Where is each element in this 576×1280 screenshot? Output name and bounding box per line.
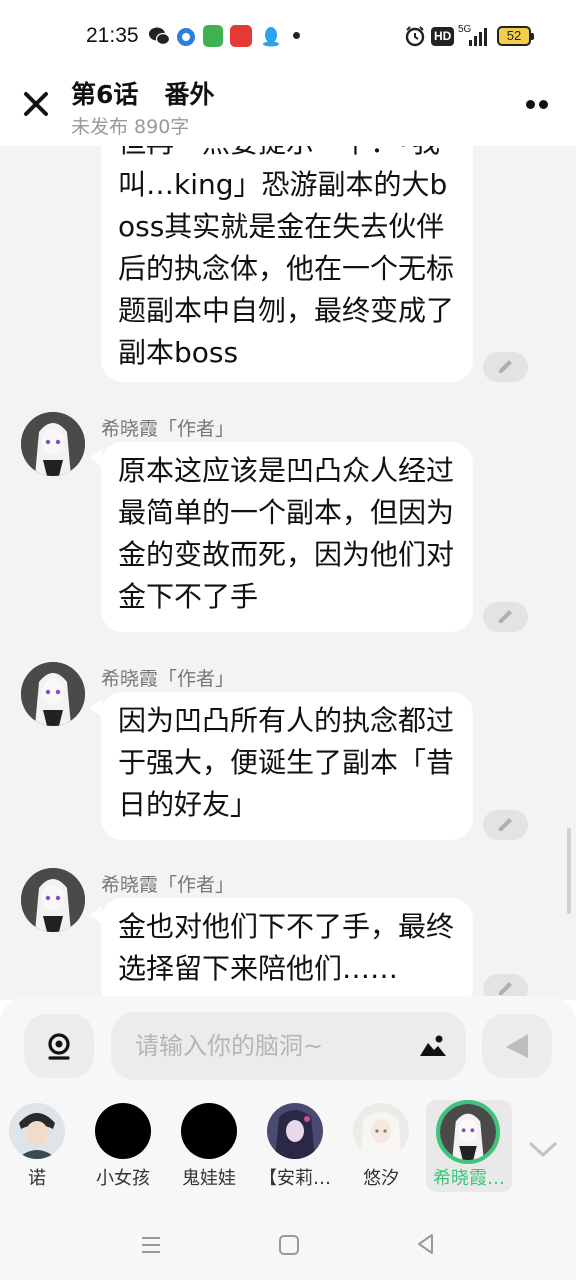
- header: 第6话 番外 未发布 890字: [0, 72, 576, 146]
- edit-message-button[interactable]: [483, 602, 528, 632]
- close-icon[interactable]: [22, 90, 50, 118]
- character-item[interactable]: 鬼娃娃: [166, 1100, 252, 1192]
- character-name: 鬼娃娃: [182, 1168, 236, 1189]
- message-input[interactable]: [135, 1026, 405, 1066]
- status-bar: 21:35 HD 5G 52: [0, 0, 576, 72]
- character-avatar: [9, 1103, 65, 1159]
- battery-indicator: 52: [497, 26, 534, 46]
- character-name: 小女孩: [96, 1168, 150, 1189]
- character-item[interactable]: 【安莉…: [252, 1100, 338, 1192]
- character-avatar: [95, 1103, 151, 1159]
- character-avatar: [181, 1103, 237, 1159]
- author-avatar[interactable]: [21, 412, 85, 476]
- message-bubble: 因为凹凸所有人的执念都过于强大，便诞生了副本「昔日的好友」: [101, 692, 473, 840]
- home-icon[interactable]: [278, 1234, 300, 1256]
- back-icon[interactable]: [414, 1232, 438, 1256]
- chevron-down-icon[interactable]: [528, 1140, 558, 1160]
- sender-name: 希晓霞「作者」: [101, 418, 235, 440]
- message-bubble: 原本这应该是凹凸众人经过最简单的一个副本，但因为金的变故而死，因为他们对金下不了…: [101, 442, 473, 632]
- author-avatar[interactable]: [21, 662, 85, 726]
- message-input-box[interactable]: [111, 1012, 466, 1080]
- message-text: 但再一点要提示一下：「我叫…king」恐游副本的大boss其实就是金在失去伙伴后…: [118, 146, 455, 369]
- status-time: 21:35: [86, 24, 139, 47]
- system-nav-bar: [0, 1218, 576, 1280]
- scrollbar-thumb[interactable]: [567, 828, 571, 914]
- edit-message-button[interactable]: [483, 352, 528, 382]
- author-avatar[interactable]: [21, 868, 85, 932]
- pencil-icon: [499, 818, 512, 831]
- menu-icon[interactable]: [140, 1234, 162, 1256]
- character-item[interactable]: 诺: [0, 1100, 80, 1192]
- send-button[interactable]: [482, 1014, 552, 1078]
- chapter-title: 第6话 番外: [71, 80, 215, 109]
- message-bubble: 但再一点要提示一下：「我叫…king」恐游副本的大boss其实就是金在失去伙伴后…: [101, 146, 473, 382]
- character-avatar: [353, 1103, 409, 1159]
- voice-button[interactable]: [24, 1014, 94, 1078]
- pencil-icon: [499, 610, 512, 623]
- signal-icon: [469, 28, 487, 46]
- edit-message-button[interactable]: [483, 810, 528, 840]
- character-avatar: [436, 1100, 500, 1164]
- red-app-icon: [230, 25, 252, 47]
- character-name: 【安莉…: [259, 1168, 331, 1189]
- sender-name: 希晓霞「作者」: [101, 668, 235, 690]
- message-text: 原本这应该是凹凸众人经过最简单的一个副本，但因为金的变故而死，因为他们对金下不了…: [118, 454, 455, 613]
- pencil-icon: [499, 360, 512, 373]
- message-text: 金也对他们下不了手，最终选择留下来陪他们……: [118, 910, 455, 985]
- message-text: 因为凹凸所有人的执念都过于强大，便诞生了副本「昔日的好友」: [118, 704, 455, 821]
- character-name: 悠汐: [363, 1168, 399, 1189]
- green-app-icon: [203, 25, 223, 47]
- character-selector: 诺 小女孩 鬼娃娃 【安莉… 悠汐 希晓霞…: [0, 1100, 576, 1192]
- character-name: 希晓霞…: [433, 1168, 505, 1189]
- send-icon: [506, 1034, 528, 1058]
- wechat-icon: [149, 27, 170, 46]
- chapter-subtitle: 未发布 890字: [71, 116, 190, 138]
- image-icon[interactable]: [419, 1034, 447, 1058]
- more-icon[interactable]: [526, 94, 556, 109]
- character-name: 诺: [28, 1168, 46, 1189]
- message-bubble: 金也对他们下不了手，最终选择留下来陪他们……: [101, 898, 473, 1000]
- notification-dot: [293, 32, 300, 39]
- character-item-selected[interactable]: 希晓霞…: [426, 1100, 512, 1192]
- qq-icon: [263, 27, 279, 47]
- alarm-icon: [405, 26, 425, 47]
- character-item[interactable]: 悠汐: [338, 1100, 424, 1192]
- circle-app-icon: [177, 28, 195, 46]
- sender-name: 希晓霞「作者」: [101, 874, 235, 896]
- character-avatar: [267, 1103, 323, 1159]
- chat-area[interactable]: 但再一点要提示一下：「我叫…king」恐游副本的大boss其实就是金在失去伙伴后…: [0, 146, 576, 1000]
- hd-badge: HD: [431, 27, 455, 46]
- character-item[interactable]: 小女孩: [80, 1100, 166, 1192]
- voice-icon: [48, 1033, 70, 1060]
